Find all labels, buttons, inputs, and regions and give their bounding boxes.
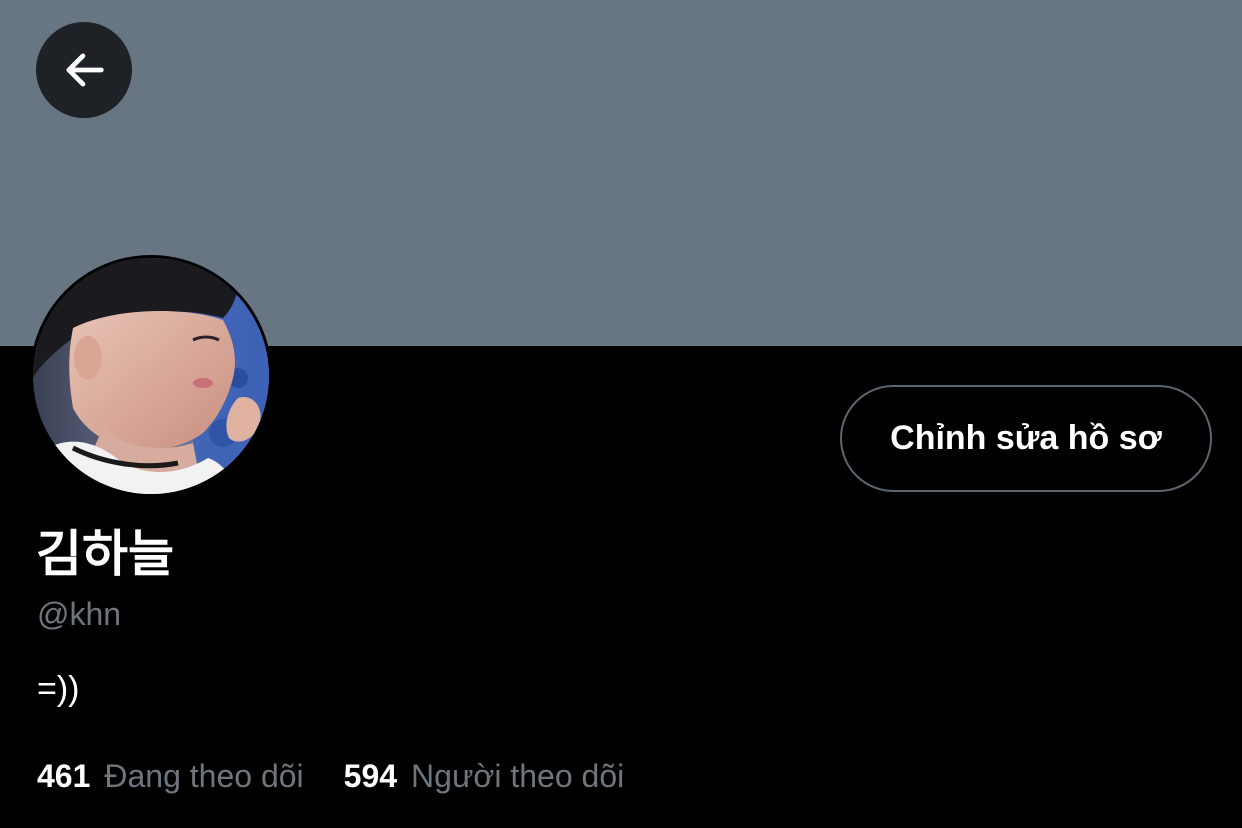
username-handle: @khn bbox=[37, 596, 122, 632]
arrow-left-icon bbox=[66, 53, 104, 87]
follow-stats: 461 Đang theo dõi 594 Người theo dõi bbox=[37, 756, 664, 796]
profile-photo bbox=[33, 258, 269, 494]
followers-count: 594 bbox=[343, 758, 398, 794]
display-name: 김하늘 bbox=[36, 525, 174, 583]
followers-link[interactable]: 594 Người theo dõi bbox=[344, 756, 625, 796]
edit-profile-button[interactable]: Chỉnh sửa hồ sơ bbox=[840, 385, 1212, 492]
following-link[interactable]: 461 Đang theo dõi bbox=[37, 756, 304, 796]
following-label: Đang theo dõi bbox=[104, 758, 304, 794]
followers-label: Người theo dõi bbox=[411, 758, 625, 794]
following-count: 461 bbox=[37, 758, 91, 794]
profile-bio: =)) bbox=[37, 670, 80, 708]
back-button[interactable] bbox=[36, 22, 132, 118]
avatar[interactable] bbox=[30, 255, 272, 497]
profile-page: Chỉnh sửa hồ sơ 김하늘 @khn =)) 461 Đang th… bbox=[0, 0, 1242, 828]
